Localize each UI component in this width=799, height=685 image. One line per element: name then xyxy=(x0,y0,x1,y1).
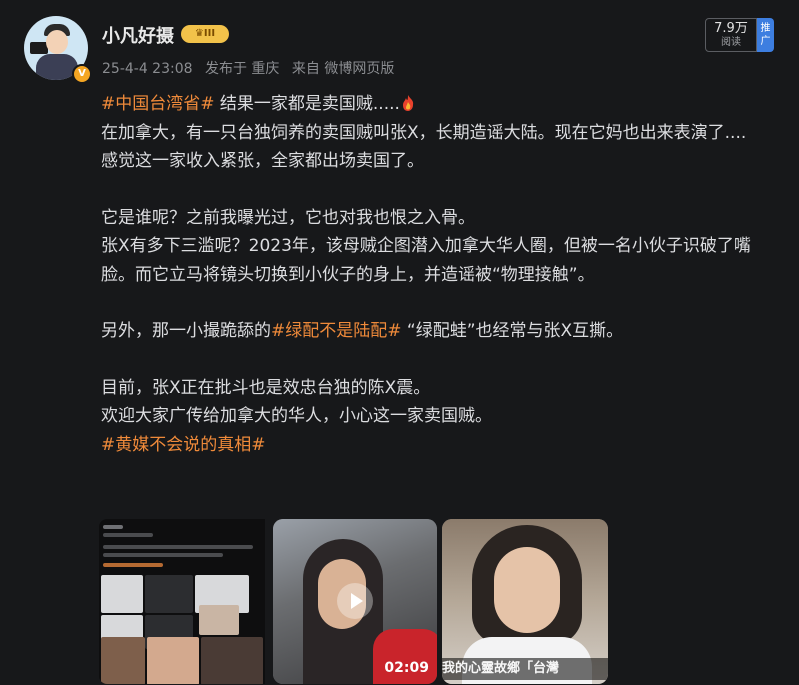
post-line-1: #中国台湾省# 结果一家都是卖国贼..... xyxy=(101,90,781,119)
post-line-6-post: “绿配蛙”也经常与张X互撕。 xyxy=(401,321,624,341)
image-subtitle: 我的心靈故鄉「台灣 xyxy=(442,658,608,680)
post-line-4: 它是谁呢？之前我曝光过，它也对我也恨之入骨。 xyxy=(101,207,475,228)
verified-icon: V xyxy=(72,64,92,84)
post-meta: 25-4-4 23:08 发布于 重庆 来自 微博网页版 xyxy=(102,58,402,78)
avatar-face xyxy=(46,30,68,54)
weibo-post-card: V 小凡好摄 ♛III 25-4-4 23:08 发布于 重庆 来自 微博网页版… xyxy=(0,0,799,685)
promote-button[interactable]: 推广 xyxy=(757,18,774,52)
read-count-label: 阅读 xyxy=(721,37,741,48)
post-line-7: 目前，张X正在批斗也是效忠台独的陈X震。 xyxy=(101,377,431,398)
media-image-collage[interactable] xyxy=(99,519,265,684)
fire-emoji-icon xyxy=(402,95,414,111)
post-line-6-pre: 另外，那一小撮跪舔的 xyxy=(101,321,271,341)
post-line-1-text: 结果一家都是卖国贼..... xyxy=(214,94,400,114)
crown-icon: ♛ xyxy=(194,28,204,39)
read-count: 7.9万 xyxy=(714,21,748,36)
level-badge[interactable]: ♛III xyxy=(181,25,229,43)
portrait-face xyxy=(494,547,560,633)
video-duration: 02:09 xyxy=(384,660,429,676)
read-count-box: 7.9万 阅读 xyxy=(705,18,757,52)
post-content: #中国台湾省# 结果一家都是卖国贼..... 在加拿大，有一只台独饲养的卖国贼叫… xyxy=(101,90,781,459)
level-badge-text: III xyxy=(203,28,216,39)
post-line-8: 欢迎大家广传给加拿大的华人，小心这一家卖国贼。 xyxy=(101,406,492,426)
play-icon[interactable] xyxy=(337,583,373,619)
username[interactable]: 小凡好摄 xyxy=(102,22,174,48)
post-line-9: #黄媒不会说的真相# xyxy=(101,431,781,460)
post-line-3: 感觉这一家收入紧张，全家都出场卖国了。 xyxy=(101,151,424,171)
post-source: 来自 微博网页版 xyxy=(291,61,395,77)
hashtag-truth[interactable]: #黄媒不会说的真相# xyxy=(101,435,266,455)
post-line-5: 张X有多下三滥呢？2023年，该母贼企图潜入加拿大华人圈，但被一名小伙子识破了嘴… xyxy=(101,236,751,285)
post-line-2: 在加拿大，有一只台独饲养的卖国贼叫张X，长期造谣大陆。现在它妈也出来表演了...… xyxy=(101,122,747,143)
hashtag-taiwan[interactable]: #中国台湾省# xyxy=(101,94,215,114)
post-date[interactable]: 25-4-4 23:08 xyxy=(102,61,193,77)
hashtag-lvpei[interactable]: #绿配不是陆配# xyxy=(271,321,402,341)
post-line-6: 另外，那一小撮跪舔的#绿配不是陆配# “绿配蛙”也经常与张X互撕。 xyxy=(101,317,781,346)
post-location: 发布于 重庆 xyxy=(204,61,280,77)
media-image-portrait[interactable]: 我的心靈故鄉「台灣 xyxy=(442,519,608,684)
media-video[interactable]: 02:09 xyxy=(273,519,437,684)
